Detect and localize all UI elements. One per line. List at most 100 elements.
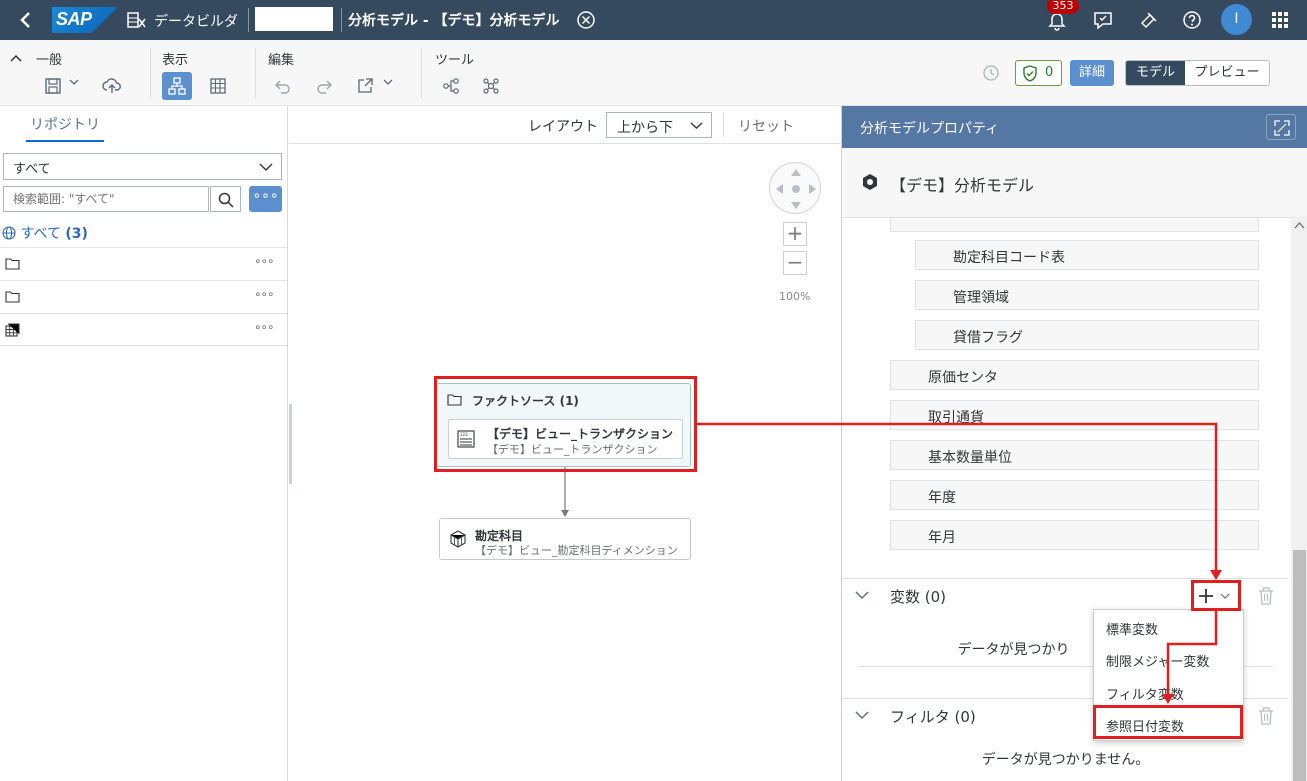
chevron-down-icon[interactable]	[382, 76, 394, 88]
chevron-down-icon[interactable]	[68, 76, 80, 88]
lineage-icon	[443, 78, 459, 94]
properties-title: 分析モデルプロパティ	[860, 121, 1000, 137]
pan-arrows-icon	[776, 169, 816, 209]
menu-item-filter-variable[interactable]: フィルタ変数	[1106, 684, 1184, 703]
space-selector[interactable]	[255, 7, 333, 31]
attribute-row[interactable]: 勘定科目コード表	[915, 240, 1259, 270]
attribute-row[interactable]: 年度	[890, 480, 1259, 510]
chevron-down-icon[interactable]	[855, 591, 869, 600]
repository-all-label: すべて	[20, 226, 61, 242]
search-icon	[218, 192, 234, 208]
collapse-toolbar-icon[interactable]	[10, 53, 22, 63]
attribute-row[interactable]: 原価センタ	[890, 360, 1259, 390]
shell-bar: SAP データビルダ 分析モデル - 【デモ】分析モデル 353 I	[0, 0, 1307, 40]
pan-control[interactable]	[769, 162, 821, 214]
model-mode-button[interactable]: モデル	[1126, 61, 1185, 85]
attribute-row[interactable]: 取引通貨	[890, 400, 1259, 430]
validation-button[interactable]: 0	[1015, 60, 1062, 86]
row-actions-icon[interactable]: ∘∘∘	[254, 287, 275, 301]
undo-icon	[275, 80, 290, 94]
fact-source-item[interactable]: 123 【デモ】ビュー_トランザクション 【デモ】ビュー_トランザクション	[448, 419, 683, 459]
divider	[723, 113, 724, 137]
divider	[255, 48, 256, 98]
fact-source-title: 【デモ】ビュー_トランザクション	[487, 427, 674, 441]
list-item[interactable]: ∘∘∘	[0, 313, 287, 346]
delete-icon[interactable]	[1257, 706, 1275, 726]
tab-repository[interactable]: リポジトリ	[30, 114, 100, 134]
diagram-canvas[interactable]: レイアウト 上から下 リセット + − 100% ファクトソース (1) 123…	[289, 106, 841, 781]
table-view-button[interactable]	[203, 72, 233, 100]
folder-icon	[447, 394, 462, 406]
chevron-down-icon[interactable]	[855, 711, 869, 720]
divider	[150, 48, 151, 98]
menu-item-restricted-measure-variable[interactable]: 制限メジャー変数	[1106, 651, 1209, 670]
variable-type-menu: 標準変数 制限メジャー変数 フィルタ変数 参照日付変数	[1093, 609, 1244, 741]
layout-select[interactable]: 上から下	[606, 112, 712, 138]
reset-layout-button[interactable]: リセット	[738, 116, 794, 136]
search-button[interactable]	[210, 186, 241, 212]
collaboration-icon[interactable]	[1138, 9, 1160, 31]
menu-item-standard-variable[interactable]: 標準変数	[1106, 619, 1158, 638]
zoom-out-button[interactable]: −	[783, 251, 807, 275]
export-button[interactable]	[350, 72, 380, 100]
row-actions-icon[interactable]: ∘∘∘	[254, 320, 275, 334]
hierarchy-icon	[168, 77, 186, 95]
toolbar-group-view: 表示	[162, 53, 189, 68]
network-button[interactable]	[476, 72, 506, 100]
expand-panel-button[interactable]	[1266, 114, 1296, 140]
export-icon	[358, 78, 373, 93]
menu-item-reference-date-variable[interactable]: 参照日付変数	[1106, 716, 1184, 735]
toolbar-group-general: 一般	[36, 53, 63, 68]
dimension-subtitle: 【デモ】ビュー_勘定科目ディメンション	[475, 544, 678, 557]
panel-resize-handle[interactable]	[289, 404, 292, 484]
close-document-icon[interactable]	[576, 10, 596, 30]
help-icon[interactable]	[1181, 9, 1203, 31]
notification-badge: 353	[1047, 0, 1079, 14]
user-avatar[interactable]: I	[1221, 4, 1252, 35]
document-title: 分析モデル - 【デモ】分析モデル	[348, 13, 560, 29]
delete-icon[interactable]	[1257, 586, 1275, 606]
attribute-row[interactable]: 年月	[890, 520, 1259, 550]
attribute-row-partial	[890, 218, 1259, 232]
diagram-view-button[interactable]	[162, 72, 192, 100]
scroll-up-icon[interactable]	[1294, 221, 1305, 229]
chevron-down-icon	[1220, 593, 1230, 599]
fact-source-node[interactable]: ファクトソース (1) 123 【デモ】ビュー_トランザクション 【デモ】ビュー…	[436, 383, 691, 467]
product-switch-icon[interactable]	[1272, 12, 1288, 28]
layout-value: 上から下	[617, 120, 673, 136]
row-actions-icon[interactable]: ∘∘∘	[254, 254, 275, 268]
filter-value: すべて	[13, 162, 51, 177]
preview-mode-button[interactable]: プレビュー	[1185, 61, 1269, 85]
feedback-icon[interactable]	[1092, 9, 1114, 31]
details-button[interactable]: 詳細	[1070, 60, 1114, 86]
attribute-row[interactable]: 貸借フラグ	[915, 320, 1259, 350]
zoom-in-button[interactable]: +	[783, 222, 807, 246]
repository-panel: リポジトリ すべて ∘∘∘ すべて (3) ∘∘∘ ∘∘∘ ∘∘∘	[0, 106, 288, 781]
connector-arrow	[561, 467, 569, 517]
save-button[interactable]	[38, 72, 68, 100]
impact-lineage-button[interactable]	[436, 72, 466, 100]
redo-button[interactable]	[309, 72, 339, 100]
deploy-button[interactable]	[97, 72, 127, 100]
undo-button[interactable]	[268, 72, 298, 100]
history-icon[interactable]	[982, 64, 1000, 82]
attribute-row[interactable]: 基本数量単位	[890, 440, 1259, 470]
repository-filter-select[interactable]: すべて	[3, 153, 282, 180]
zoom-level: 100%	[779, 290, 811, 303]
chevron-down-icon	[259, 163, 273, 171]
add-variable-button[interactable]	[1191, 581, 1239, 611]
redo-icon	[317, 80, 332, 94]
list-item[interactable]: ∘∘∘	[0, 247, 287, 280]
repository-search-input[interactable]	[3, 186, 209, 212]
sap-logo[interactable]: SAP	[52, 7, 118, 33]
attribute-row[interactable]: 管理領域	[915, 280, 1259, 310]
mode-switch: モデル プレビュー	[1125, 60, 1270, 86]
dimension-node[interactable]: 勘定科目 【デモ】ビュー_勘定科目ディメンション	[439, 518, 691, 560]
more-options-button[interactable]: ∘∘∘	[249, 186, 282, 212]
list-item[interactable]: ∘∘∘	[0, 280, 287, 313]
scrollbar-thumb[interactable]	[1293, 550, 1306, 781]
dimension-cube-icon	[450, 530, 466, 548]
back-icon[interactable]	[14, 8, 38, 32]
toolbar-group-tools: ツール	[435, 53, 475, 68]
repository-all-node[interactable]: すべて (3)	[2, 223, 88, 243]
